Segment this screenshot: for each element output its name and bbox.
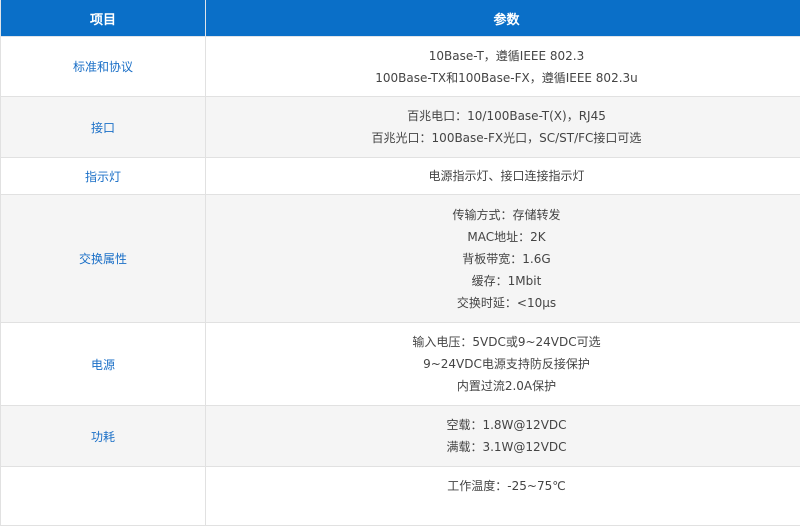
column-header-params: 参数 (206, 0, 800, 37)
table-row: 接口 百兆电口：10/100Base-T(X)，RJ45 百兆光口：100Bas… (1, 97, 800, 158)
param-line: 电源指示灯、接口连接指示灯 (206, 165, 800, 187)
row-label: 标准和协议 (1, 37, 206, 97)
row-params: 10Base-T，遵循IEEE 802.3 100Base-TX和100Base… (206, 37, 800, 97)
param-line: 满载：3.1W@12VDC (206, 436, 800, 458)
param-line: 百兆电口：10/100Base-T(X)，RJ45 (206, 105, 800, 127)
header-row: 项目 参数 (1, 0, 800, 37)
table-row: 功耗 空载：1.8W@12VDC 满载：3.1W@12VDC (1, 406, 800, 467)
row-label: 接口 (1, 97, 206, 158)
row-label: 指示灯 (1, 158, 206, 195)
param-line: MAC地址：2K (206, 226, 800, 248)
param-line: 输入电压：5VDC或9~24VDC可选 (206, 331, 800, 353)
param-line: 百兆光口：100Base-FX光口，SC/ST/FC接口可选 (206, 127, 800, 149)
param-line: 缓存：1Mbit (206, 270, 800, 292)
param-line: 传输方式：存储转发 (206, 204, 800, 226)
param-line: 9~24VDC电源支持防反接保护 (206, 353, 800, 375)
row-label: 电源 (1, 323, 206, 406)
table-row: 标准和协议 10Base-T，遵循IEEE 802.3 100Base-TX和1… (1, 37, 800, 97)
param-line: 工作温度：-25~75℃ (206, 475, 800, 497)
param-line: 背板带宽：1.6G (206, 248, 800, 270)
row-params: 百兆电口：10/100Base-T(X)，RJ45 百兆光口：100Base-F… (206, 97, 800, 158)
row-params: 空载：1.8W@12VDC 满载：3.1W@12VDC (206, 406, 800, 467)
table-row: 指示灯 电源指示灯、接口连接指示灯 (1, 158, 800, 195)
table-row: 工作温度：-25~75℃ (1, 467, 800, 526)
row-label: 功耗 (1, 406, 206, 467)
row-params: 传输方式：存储转发 MAC地址：2K 背板带宽：1.6G 缓存：1Mbit 交换… (206, 195, 800, 323)
column-header-item: 项目 (1, 0, 206, 37)
row-params: 电源指示灯、接口连接指示灯 (206, 158, 800, 195)
row-params: 输入电压：5VDC或9~24VDC可选 9~24VDC电源支持防反接保护 内置过… (206, 323, 800, 406)
row-params: 工作温度：-25~75℃ (206, 467, 800, 526)
table-row: 交换属性 传输方式：存储转发 MAC地址：2K 背板带宽：1.6G 缓存：1Mb… (1, 195, 800, 323)
param-line: 10Base-T，遵循IEEE 802.3 (206, 45, 800, 67)
param-line: 空载：1.8W@12VDC (206, 414, 800, 436)
spec-table: 项目 参数 标准和协议 10Base-T，遵循IEEE 802.3 100Bas… (0, 0, 800, 526)
param-line: 交换时延：<10μs (206, 292, 800, 314)
row-label: 交换属性 (1, 195, 206, 323)
param-line: 内置过流2.0A保护 (206, 375, 800, 397)
param-line: 100Base-TX和100Base-FX，遵循IEEE 802.3u (206, 67, 800, 89)
row-label (1, 467, 206, 526)
table-row: 电源 输入电压：5VDC或9~24VDC可选 9~24VDC电源支持防反接保护 … (1, 323, 800, 406)
